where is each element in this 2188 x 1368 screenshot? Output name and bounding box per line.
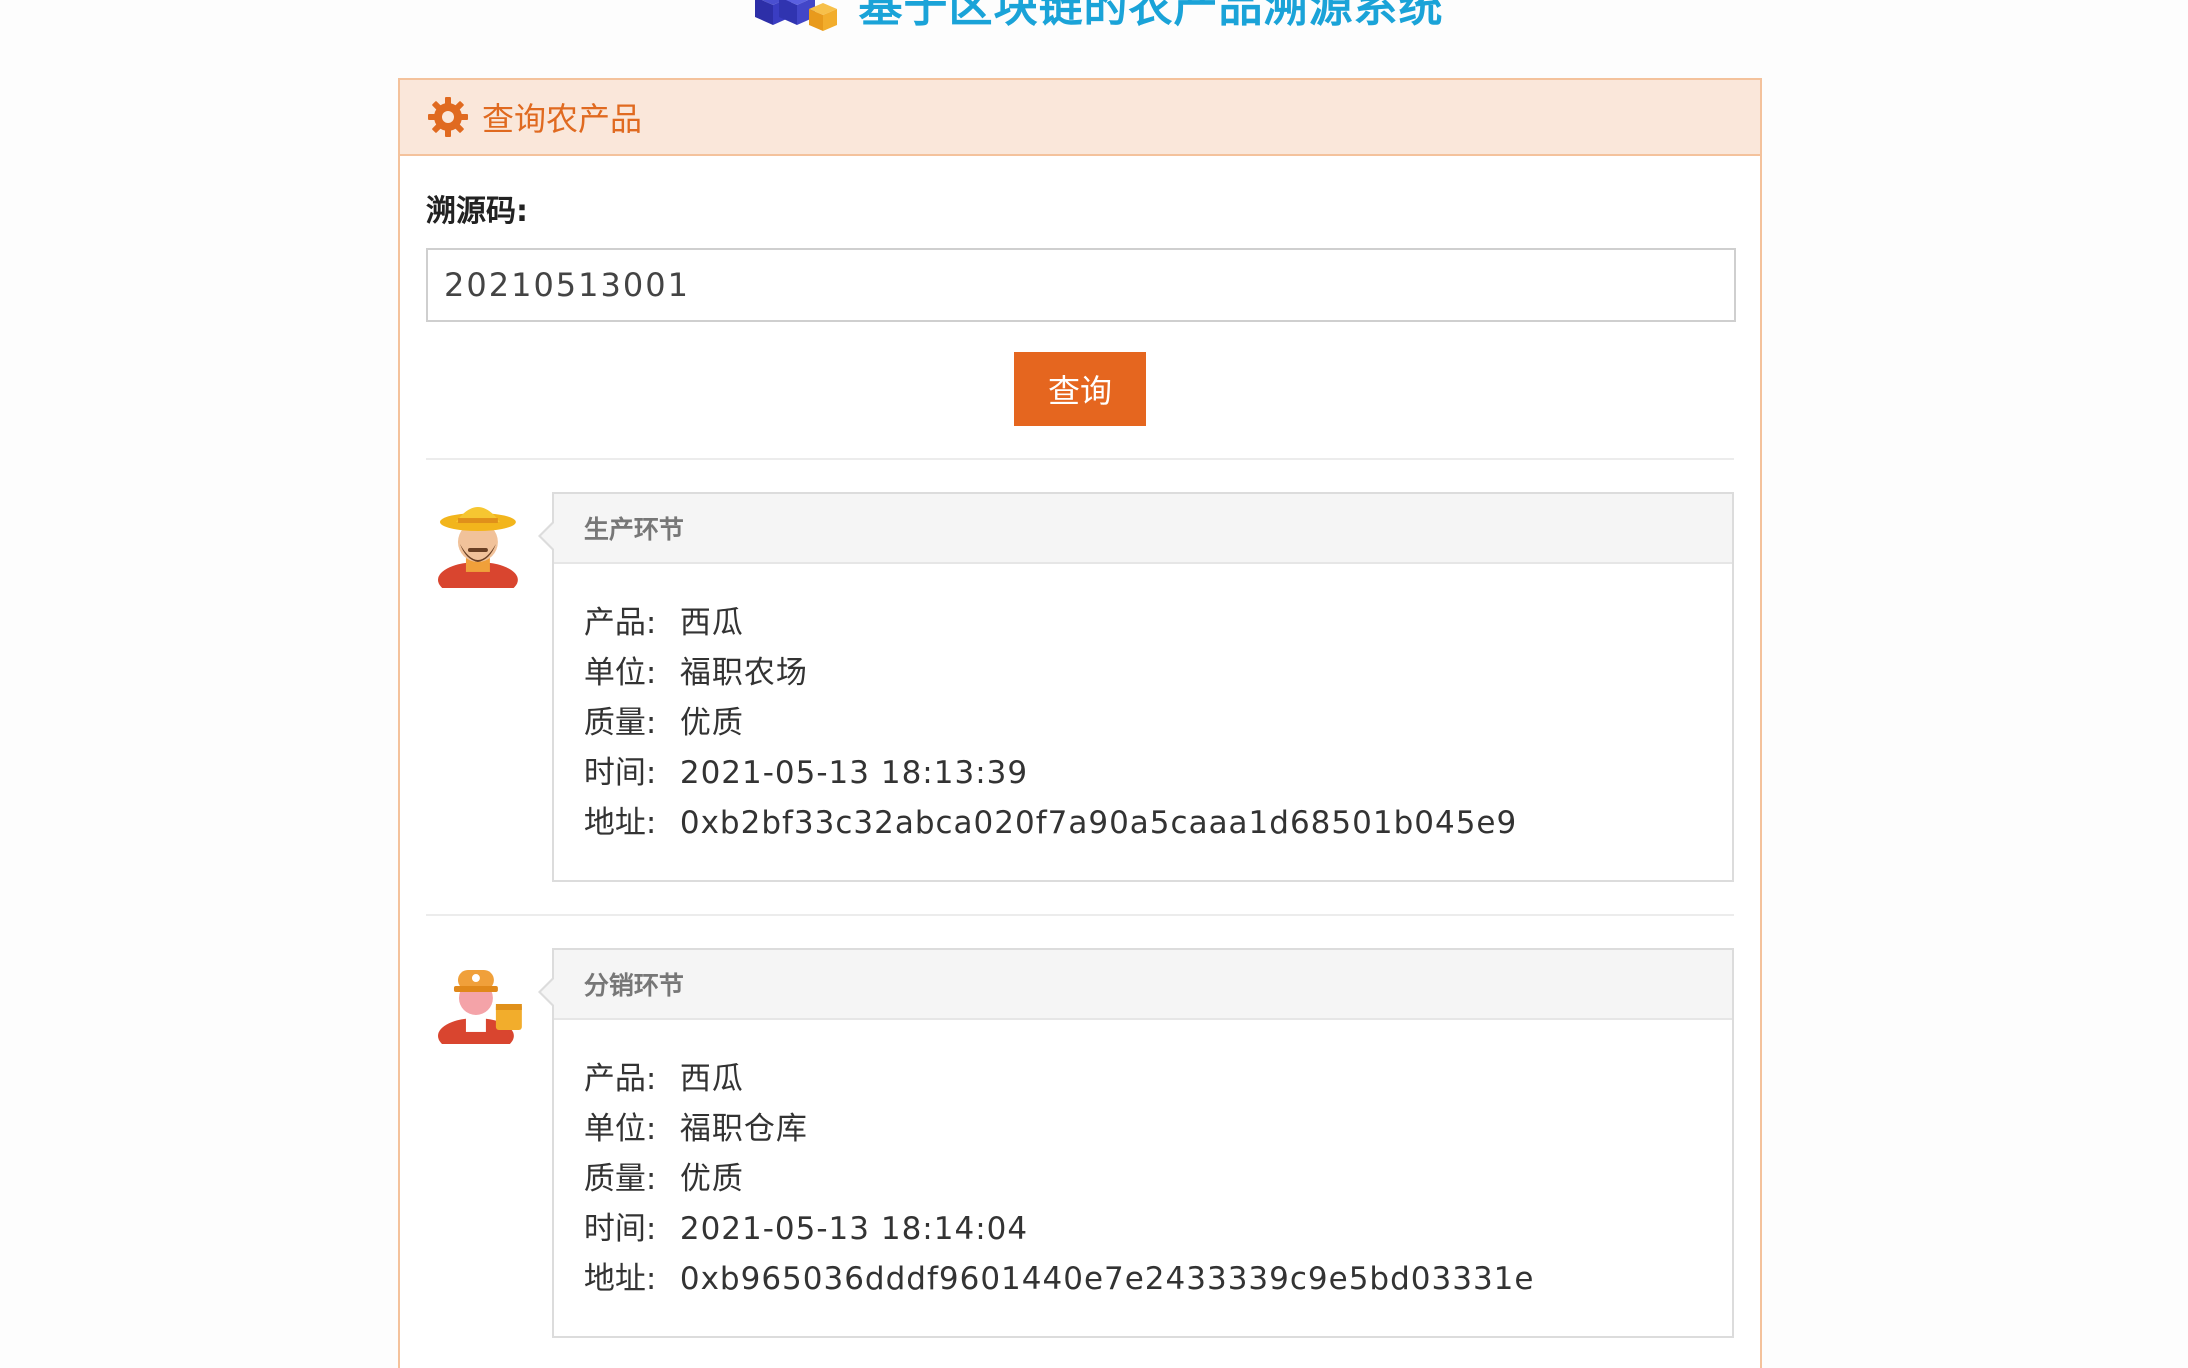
info-value: 优质	[679, 705, 744, 741]
info-value: 福职农场	[679, 655, 808, 691]
info-key: 时间:	[583, 1211, 657, 1247]
divider	[426, 914, 1734, 916]
panel-body: 溯源码: 查询 生产环	[400, 186, 1760, 1368]
info-quality: 质量: 优质	[584, 698, 1702, 748]
info-key: 地址:	[583, 1261, 657, 1297]
info-key: 产品:	[583, 1061, 657, 1097]
info-address: 地址: 0xb2bf33c32abca020f7a90a5caaa1d68501b…	[584, 798, 1702, 848]
info-key: 单位:	[583, 655, 657, 691]
stage-title: 分销环节	[583, 971, 684, 1000]
stage-card-body: 产品: 西瓜 单位: 福职仓库 质量: 优质 时间: 2021-05-13 18:14:…	[554, 1020, 1732, 1336]
info-value: 西瓜	[679, 605, 744, 641]
info-value: 优质	[679, 1161, 744, 1197]
info-quality: 质量: 优质	[584, 1154, 1702, 1204]
info-value: 福职仓库	[679, 1111, 808, 1147]
divider	[426, 458, 1734, 460]
info-unit: 单位: 福职仓库	[584, 1104, 1702, 1154]
info-key: 单位:	[583, 1111, 657, 1147]
query-button[interactable]: 查询	[1014, 352, 1146, 426]
blockchain-cubes-icon	[754, 0, 837, 31]
info-value: 0xb965036dddf9601440e7e2433339c9e5bd0333…	[679, 1261, 1535, 1297]
panel-title: 查询农产品	[482, 100, 643, 138]
info-key: 质量:	[583, 705, 657, 741]
info-address: 地址: 0xb965036dddf9601440e7e2433339c9e5bd0…	[584, 1254, 1702, 1304]
site-title: 基于区块链的农产品溯源系统	[858, 0, 1444, 32]
info-key: 质量:	[583, 1161, 657, 1197]
info-value: 西瓜	[679, 1061, 744, 1097]
query-panel: 查询农产品 溯源码: 查询	[398, 78, 1762, 1368]
info-value: 2021-05-13 18:14:04	[679, 1211, 1029, 1247]
info-unit: 单位: 福职农场	[584, 648, 1702, 698]
trace-stage-distribution: 分销环节 产品: 西瓜 单位: 福职仓库 质量: 优质 时间: 2021-05-13 1…	[426, 948, 1734, 1338]
site-header: 基于区块链的农产品溯源系统	[0, 0, 2188, 42]
info-time: 时间: 2021-05-13 18:14:04	[584, 1204, 1702, 1254]
farmer-icon	[437, 507, 518, 588]
stage-card-body: 产品: 西瓜 单位: 福职农场 质量: 优质 时间: 2021-05-13 18:13:…	[554, 564, 1732, 880]
info-product: 产品: 西瓜	[584, 598, 1702, 648]
info-value: 2021-05-13 18:13:39	[679, 755, 1029, 791]
stage-card-header: 生产环节	[553, 494, 1732, 564]
panel-heading: 查询农产品	[400, 80, 1760, 156]
stage-card: 分销环节 产品: 西瓜 单位: 福职仓库 质量: 优质 时间: 2021-05-13 1…	[537, 948, 1734, 1338]
info-key: 地址:	[583, 805, 657, 841]
stage-title: 生产环节	[583, 515, 684, 544]
info-value: 0xb2bf33c32abca020f7a90a5caaa1d68501b045…	[679, 805, 1518, 841]
trace-code-input[interactable]	[426, 248, 1736, 322]
page: 基于区块链的农产品溯源系统 查询农产品 溯源码: 20210513001 查询 …	[0, 0, 2188, 1368]
trace-code-label: 溯源码:	[426, 194, 528, 229]
trace-stage-production: 生产环节 产品: 西瓜 单位: 福职农场 质量: 优质 时间: 2021-05-13 1…	[426, 492, 1734, 882]
gear-icon	[428, 97, 468, 137]
stage-card: 生产环节 产品: 西瓜 单位: 福职农场 质量: 优质 时间: 2021-05-13 1…	[537, 492, 1734, 882]
stage-card-header: 分销环节	[553, 950, 1732, 1020]
info-key: 时间:	[583, 755, 657, 791]
info-time: 时间: 2021-05-13 18:13:39	[584, 748, 1702, 798]
info-product: 产品: 西瓜	[584, 1054, 1702, 1104]
button-row: 查询	[426, 352, 1734, 426]
info-key: 产品:	[583, 605, 657, 641]
site-logo[interactable]: 基于区块链的农产品溯源系统	[745, 0, 1444, 37]
distributor-icon	[437, 970, 522, 1044]
